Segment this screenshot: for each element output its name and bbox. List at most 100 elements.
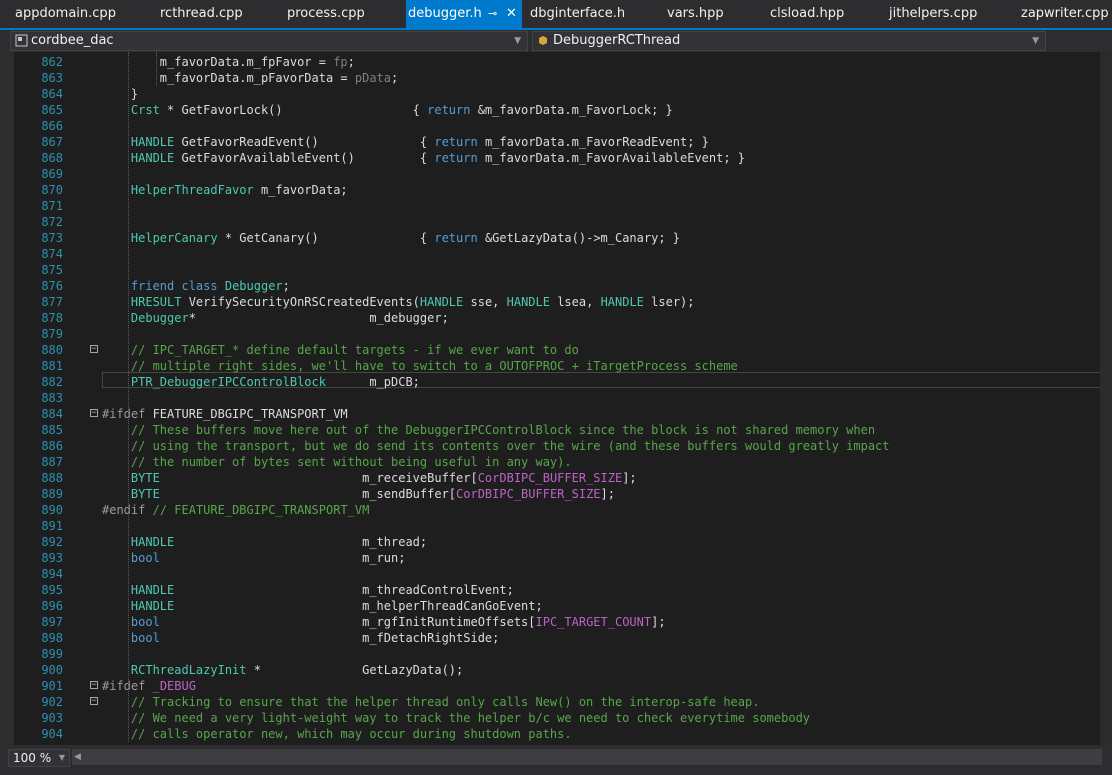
indicator-margin <box>0 52 14 745</box>
code-text: } <box>102 87 139 101</box>
tab-0[interactable]: appdomain.cpp <box>15 0 116 28</box>
line-number: 864 <box>41 87 63 101</box>
chevron-down-icon: ▼ <box>1032 36 1039 46</box>
code-line: 889 BYTE m_sendBuffer[CorDBIPC_BUFFER_SI… <box>30 486 1112 502</box>
close-icon[interactable]: ✕ <box>506 0 517 28</box>
code-line: 863 m_favorData.m_pFavorData = pData; <box>30 70 1112 86</box>
code-text: BYTE m_receiveBuffer[CorDBIPC_BUFFER_SIZ… <box>130 471 637 485</box>
fold-toggle-icon[interactable]: − <box>90 345 98 354</box>
line-number: 879 <box>41 327 63 341</box>
document-tab-bar: appdomain.cpp rcthread.cpp process.cpp debu… <box>0 0 1112 30</box>
tab-label: debugger.h <box>408 6 482 21</box>
horizontal-scrollbar[interactable]: ◀ <box>72 749 1102 765</box>
selection-margin <box>14 52 30 745</box>
member-dropdown[interactable]: DebuggerRCThread ▼ <box>532 31 1046 51</box>
code-line: 883 <box>30 390 1112 406</box>
class-icon <box>537 34 550 47</box>
navigation-bar: cordbee_dac ▼ DebuggerRCThread ▼ <box>0 30 1112 52</box>
scroll-left-icon: ◀ <box>74 752 81 762</box>
tab-6[interactable]: clsload.hpp <box>770 0 844 28</box>
code-editor[interactable]: 862 m_favorData.m_fpFavor = fp; 863 m_fav… <box>30 52 1112 745</box>
tab-3[interactable]: debugger.h ⊸ ✕ <box>406 0 522 28</box>
line-number: 878 <box>41 311 63 325</box>
code-text: Debugger* m_debugger; <box>130 311 449 325</box>
code-text: BYTE m_sendBuffer[CorDBIPC_BUFFER_SIZE]; <box>130 487 615 501</box>
tab-8[interactable]: zapwriter.cpp <box>1021 0 1109 28</box>
fold-toggle-icon[interactable]: − <box>90 409 98 418</box>
code-line: 864 } <box>30 86 1112 102</box>
line-number: 901 <box>41 679 63 693</box>
code-line: 904 // calls operator new, which may occ… <box>30 726 1112 742</box>
code-text: // calls operator new, which may occur d… <box>130 727 572 741</box>
code-text: // multiple right sides, we'll have to s… <box>130 359 738 373</box>
code-line: 895 HANDLE m_threadControlEvent; <box>30 582 1112 598</box>
code-text: RCThreadLazyInit * GetLazyData(); <box>130 663 464 677</box>
code-line: 897 bool m_rgfInitRuntimeOffsets[IPC_TAR… <box>30 614 1112 630</box>
zoom-dropdown[interactable]: 100 % ▼ <box>8 749 70 767</box>
vertical-scrollbar[interactable] <box>1100 52 1112 745</box>
code-line: 885 // These buffers move here out of th… <box>30 422 1112 438</box>
line-number: 900 <box>41 663 63 677</box>
code-line: 869 <box>30 166 1112 182</box>
code-line: 901 − #ifdef _DEBUG <box>30 678 1112 694</box>
chevron-down-icon: ▼ <box>58 753 65 762</box>
line-number: 891 <box>41 519 63 533</box>
code-line: 903 // We need a very light-weight way t… <box>30 710 1112 726</box>
tab-4[interactable]: dbginterface.h <box>530 0 625 28</box>
line-number: 872 <box>41 215 63 229</box>
code-line: 891 <box>30 518 1112 534</box>
line-number: 903 <box>41 711 63 725</box>
project-dropdown[interactable]: cordbee_dac ▼ <box>10 31 528 51</box>
tab-7[interactable]: jithelpers.cpp <box>889 0 977 28</box>
code-text: bool m_rgfInitRuntimeOffsets[IPC_TARGET_… <box>130 615 666 629</box>
code-line: 900 RCThreadLazyInit * GetLazyData(); <box>30 662 1112 678</box>
code-line: 887 // the number of bytes sent without … <box>30 454 1112 470</box>
code-line: 879 <box>30 326 1112 342</box>
editor-bottom-bar: 100 % ▼ ◀ <box>0 745 1112 775</box>
tab-1[interactable]: rcthread.cpp <box>160 0 243 28</box>
line-number: 893 <box>41 551 63 565</box>
line-number: 873 <box>41 231 63 245</box>
code-line: 867 HANDLE GetFavorReadEvent() { return … <box>30 134 1112 150</box>
code-text: HANDLE GetFavorReadEvent() { return m_fa… <box>130 135 709 149</box>
indent-guide <box>128 52 129 742</box>
code-text: HRESULT VerifySecurityOnRSCreatedEvents(… <box>130 295 695 309</box>
line-number: 888 <box>41 471 63 485</box>
code-line: 894 <box>30 566 1112 582</box>
code-line: 890 #endif // FEATURE_DBGIPC_TRANSPORT_VM <box>30 502 1112 518</box>
code-text: // using the transport, but we do send i… <box>130 439 890 453</box>
line-number: 874 <box>41 247 63 261</box>
code-line: 880 − // IPC_TARGET_* define default targ… <box>30 342 1112 358</box>
project-icon <box>15 34 28 47</box>
code-text: HelperThreadFavor m_favorData; <box>130 183 348 197</box>
code-line: 873 HelperCanary * GetCanary() { return … <box>30 230 1112 246</box>
code-line: 865 Crst * GetFavorLock() { return &m_fa… <box>30 102 1112 118</box>
line-number: 904 <box>41 727 63 741</box>
tab-2[interactable]: process.cpp <box>287 0 365 28</box>
code-line: 899 <box>30 646 1112 662</box>
zoom-level: 100 % <box>13 751 52 765</box>
pin-icon[interactable]: ⊸ <box>488 0 497 28</box>
line-number: 883 <box>41 391 63 405</box>
code-line: 874 <box>30 246 1112 262</box>
line-number: 865 <box>41 103 63 117</box>
fold-toggle-icon[interactable]: − <box>90 681 98 690</box>
code-text: // Tracking to ensure that the helper th… <box>130 695 760 709</box>
fold-toggle-icon[interactable]: − <box>90 697 98 706</box>
tab-label: zapwriter.cpp <box>1021 6 1109 21</box>
tab-label: appdomain.cpp <box>15 6 116 21</box>
code-line: 866 <box>30 118 1112 134</box>
code-text: HANDLE m_thread; <box>130 535 428 549</box>
line-number: 899 <box>41 647 63 661</box>
code-text: bool m_fDetachRightSide; <box>130 631 500 645</box>
tab-5[interactable]: vars.hpp <box>667 0 724 28</box>
line-number: 886 <box>41 439 63 453</box>
line-number: 882 <box>41 375 63 389</box>
code-line: 868 HANDLE GetFavorAvailableEvent() { re… <box>30 150 1112 166</box>
code-text: PTR_DebuggerIPCControlBlock m_pDCB; <box>130 375 420 389</box>
line-number: 867 <box>41 135 63 149</box>
line-number: 889 <box>41 487 63 501</box>
code-text: HANDLE m_helperThreadCanGoEvent; <box>130 599 543 613</box>
code-text: friend class Debugger; <box>130 279 290 293</box>
code-text: // the number of bytes sent without bein… <box>130 455 572 469</box>
